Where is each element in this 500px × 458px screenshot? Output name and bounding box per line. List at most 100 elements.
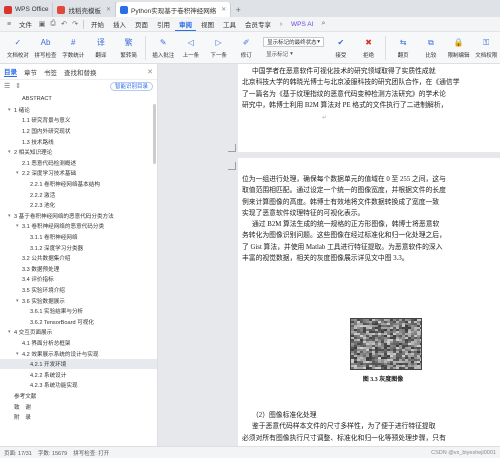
toc-item[interactable]: 4.1 界面分析总框架 — [0, 338, 157, 349]
toc-item[interactable]: 2.2.1 卷积神经网络基本结构 — [0, 179, 157, 190]
toc-settings-icon[interactable]: ☰ — [4, 82, 10, 90]
toc-item[interactable]: 附 录 — [0, 412, 157, 423]
menu-page[interactable]: 页面 — [131, 18, 152, 31]
prev-comment-button[interactable]: ◁ 上一条 — [177, 33, 205, 63]
search-icon[interactable]: ⌕ — [318, 19, 328, 29]
accept-icon: ✔ — [337, 38, 345, 47]
menu-member[interactable]: 会员专享 — [241, 18, 275, 31]
nav-tab-bookmarks[interactable]: 书签 — [44, 67, 57, 77]
chevron-right-icon[interactable]: › — [276, 19, 286, 29]
next-comment-button[interactable]: ▷ 下一条 — [205, 33, 233, 63]
undo-icon[interactable]: ↶ — [59, 19, 69, 29]
toc-item[interactable]: ▾ 2.2 深度学习技术基础 — [0, 168, 157, 179]
tab-wps-office[interactable]: WPS Office — [0, 2, 54, 17]
page-turn-button[interactable]: ⇆ 翻页 — [389, 33, 417, 63]
button-label: 比较 — [425, 52, 437, 59]
status-bar: 页面: 17/31 字数: 15679 拼写检查: 打开 CSDN @vx_bi… — [0, 446, 500, 458]
insert-comment-button[interactable]: ✎ 插入批注 — [149, 33, 177, 63]
menu-view[interactable]: 视图 — [197, 18, 218, 31]
doc-permission-button[interactable]: ⚿ 文档权限 — [472, 33, 500, 63]
wps-ai-button[interactable]: WPS AI — [287, 18, 317, 31]
toc-item[interactable]: 1.1 研究背景与意义 — [0, 115, 157, 126]
close-icon[interactable]: ✕ — [221, 6, 226, 13]
button-label: 拒绝 — [363, 52, 375, 59]
button-label: 修订 — [240, 52, 252, 59]
toc-item[interactable]: ▾ 4 交互页面展示 — [0, 327, 157, 338]
toc-item[interactable]: 参考文献 — [0, 391, 157, 402]
toc-scrollbar[interactable] — [153, 104, 156, 164]
toc-item[interactable]: 2.1 恶意代码检测概述 — [0, 158, 157, 169]
close-icon[interactable]: ✕ — [106, 6, 111, 13]
page-count[interactable]: 页面: 17/31 — [4, 449, 32, 457]
text-line: 鉴于恶意代码样本文件的尺寸多样性，为了便于进行特征提取 — [252, 423, 436, 431]
menu-insert[interactable]: 插入 — [109, 18, 130, 31]
toc-item[interactable]: 3.3 数据预处理 — [0, 264, 157, 275]
document-page[interactable]: 位为一组进行处理，确保每个数据单元的值域在 0 至 255 之间，这与 取值范围相… — [228, 158, 500, 446]
toc-item[interactable]: 3.6.2 TensorBoard 可视化 — [0, 316, 157, 327]
toc-item[interactable]: 3.4 评价指标 — [0, 274, 157, 285]
toc-item[interactable]: 3.6.1 实验结果与分析 — [0, 306, 157, 317]
word-count-button[interactable]: # 字数统计 — [59, 33, 87, 63]
accept-button[interactable]: ✔ 接受 — [327, 33, 355, 63]
print-icon[interactable]: ⎙ — [48, 19, 58, 29]
toc-item[interactable]: ▾ 3 基于卷积神经网络的恶意代码分类方法 — [0, 211, 157, 222]
toc-item[interactable]: 2.2.3 池化 — [0, 200, 157, 211]
button-label: 插入批注 — [152, 52, 175, 59]
spell-check-button[interactable]: Ab 拼写检查 — [32, 33, 60, 63]
review-ribbon: ✓ 文档校对 Ab 拼写检查 # 字数统计 译 翻译 繁 繁转简 ✎ 插入批注 … — [0, 32, 500, 64]
toc-item[interactable]: 3.2 公共数据集介绍 — [0, 253, 157, 264]
save-icon[interactable]: ▣ — [37, 19, 47, 29]
nav-tab-toc[interactable]: 目录 — [4, 66, 17, 77]
toc-item[interactable]: 致 谢 — [0, 401, 157, 412]
smart-toc-button[interactable]: 智能识别目录 — [109, 81, 153, 91]
toc-item[interactable]: ▾ 4.2 效果展示系统的设计与实现 — [0, 348, 157, 359]
menu-file[interactable]: 文件 — [15, 18, 36, 31]
new-tab-button[interactable]: + — [231, 2, 245, 17]
toc-item[interactable]: ABSTRACT — [0, 94, 157, 105]
watermark-text: CSDN @vx_biyesheji0001 — [431, 449, 496, 456]
document-page[interactable]: 中国学者在恶意软件可视化技术的研究领域取得了实质性成就 北京科技大学的韩晓光博士与… — [238, 64, 500, 152]
reject-button[interactable]: ✖ 拒绝 — [355, 33, 383, 63]
toc-item[interactable]: ▾ 2 相关知识理论 — [0, 147, 157, 158]
toc-item[interactable]: ▾ 1 绪论 — [0, 105, 157, 116]
show-markup-dropdown[interactable]: 显示标记 ▾ — [263, 49, 324, 59]
menu-icon[interactable]: ≡ — [4, 19, 14, 29]
toc-item[interactable]: ▾ 3.6 实验数据展示 — [0, 295, 157, 306]
toc-item[interactable]: 1.3 技术路线 — [0, 136, 157, 147]
comment-icon: ✎ — [159, 38, 167, 47]
toc-item[interactable]: 3.5 实验环境介绍 — [0, 285, 157, 296]
menu-home[interactable]: 开始 — [87, 18, 108, 31]
trad-to-simp-button[interactable]: 繁 繁转简 — [115, 33, 143, 63]
toc-item[interactable]: 2.2.2 激活 — [0, 189, 157, 200]
trad-simp-icon: 繁 — [124, 38, 133, 47]
tab-template[interactable]: 找稻壳模板 ✕ — [53, 2, 117, 17]
close-icon[interactable]: ✕ — [147, 68, 153, 76]
toc-item[interactable]: ▾ 3.1 卷积神经网络的恶意代码分类 — [0, 221, 157, 232]
divider — [83, 19, 84, 29]
compare-button[interactable]: ⧉ 比较 — [417, 33, 445, 63]
expand-icon[interactable]: ⇕ — [15, 82, 21, 90]
menu-references[interactable]: 引用 — [153, 18, 174, 31]
translate-button[interactable]: 译 翻译 — [87, 33, 115, 63]
toc-item[interactable]: 3.1.1 卷积神经网络 — [0, 232, 157, 243]
nav-tab-find-replace[interactable]: 查找和替换 — [64, 67, 97, 77]
toc-item-label: 2.1 恶意代码检测概述 — [22, 160, 77, 167]
redo-icon[interactable]: ↷ — [70, 19, 80, 29]
doc-check-button[interactable]: ✓ 文档校对 — [4, 33, 32, 63]
toc-item[interactable]: 4.2.1 开发环境 — [0, 358, 157, 370]
restrict-editing-button[interactable]: 🔒 限制编辑 — [445, 33, 473, 63]
markup-state-select[interactable]: 显示标记的最终状态 ▾ — [263, 36, 325, 47]
tab-document[interactable]: Python实现基于卷积神经网络 ✕ — [116, 2, 232, 17]
nav-tab-chapters[interactable]: 章节 — [24, 67, 37, 77]
menu-bar: ≡ 文件 ▣ ⎙ ↶ ↷ 开始 插入 页面 引用 审阅 视图 工具 会员专享 ›… — [0, 17, 500, 32]
spell-check-status[interactable]: 拼写检查: 打开 — [73, 449, 109, 457]
menu-review[interactable]: 审阅 — [175, 18, 196, 31]
toc-item[interactable]: 4.2.2 系统设计 — [0, 369, 157, 380]
word-count[interactable]: 字数: 15679 — [38, 449, 67, 457]
track-changes-button[interactable]: ✐ 修订 — [232, 33, 260, 63]
menu-tools[interactable]: 工具 — [219, 18, 240, 31]
toc-item[interactable]: 1.2 国内外研究现状 — [0, 126, 157, 137]
toc-item[interactable]: 3.1.2 深度学习分类器 — [0, 242, 157, 253]
prev-icon: ◁ — [187, 38, 194, 47]
toc-item[interactable]: 4.2.3 系统功能实现 — [0, 380, 157, 391]
